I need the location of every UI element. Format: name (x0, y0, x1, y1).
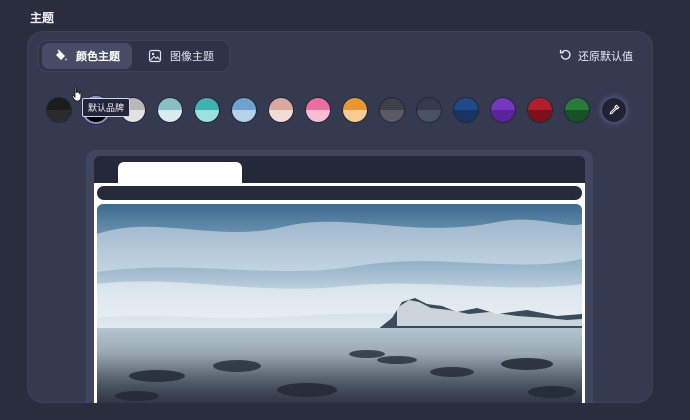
color-swatch-peach[interactable] (269, 98, 293, 122)
color-swatch-teal[interactable] (195, 98, 219, 122)
color-picker-button[interactable] (602, 98, 626, 122)
color-swatch-orange[interactable] (343, 98, 367, 122)
color-swatch-navy[interactable] (454, 98, 478, 122)
address-bar (97, 186, 582, 200)
tab-color-theme-label: 颜色主题 (76, 50, 120, 63)
tab-image-theme[interactable]: 图像主题 (136, 43, 226, 69)
preview-frame (86, 150, 593, 403)
color-swatch-black[interactable] (47, 98, 71, 122)
reset-label: 还原默认值 (578, 50, 633, 63)
tab-color-theme[interactable]: 颜色主题 (42, 43, 132, 69)
mouse-cursor-icon (71, 86, 83, 106)
tab-image-theme-label: 图像主题 (170, 50, 214, 63)
color-swatch-sky-blue[interactable] (232, 98, 256, 122)
swatch-tooltip: 默认品牌 (82, 98, 131, 117)
theme-panel: 颜色主题 图像主题 还原默认值 (27, 31, 653, 403)
color-swatch-dark-gray[interactable] (380, 98, 404, 122)
color-swatch-purple[interactable] (491, 98, 515, 122)
browser-tab (118, 162, 242, 184)
eyedropper-icon (608, 101, 620, 120)
reset-button[interactable]: 还原默认值 (559, 48, 633, 64)
undo-icon (559, 48, 572, 64)
color-swatch-pale-teal[interactable] (158, 98, 182, 122)
theme-tabs: 颜色主题 图像主题 (38, 40, 230, 72)
color-swatch-crimson[interactable] (528, 98, 552, 122)
color-swatch-pink[interactable] (306, 98, 330, 122)
color-swatches (47, 98, 639, 126)
image-icon (148, 49, 162, 63)
browser-body (94, 183, 585, 403)
section-title: 主题 (30, 11, 55, 25)
color-swatch-green[interactable] (565, 98, 589, 122)
color-swatch-slate[interactable] (417, 98, 441, 122)
background-image (97, 204, 582, 403)
paint-bucket-icon (54, 49, 68, 63)
browser-window (94, 156, 585, 403)
